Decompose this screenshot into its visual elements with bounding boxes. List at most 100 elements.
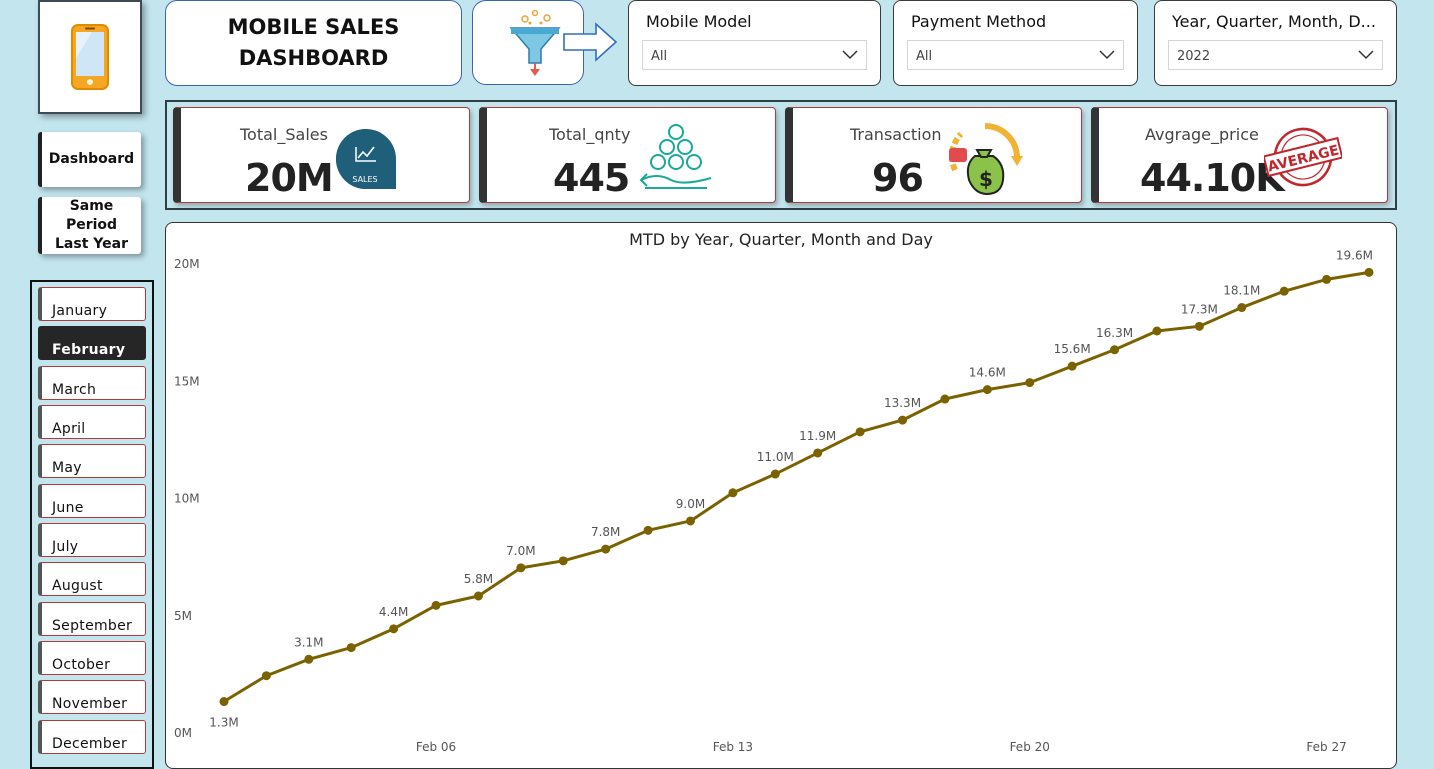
chart-plot-area: 0M 5M 10M 15M 20M Feb 06 Feb 13 Feb 20 Feb 27 1.3… [174, 248, 1374, 754]
y-tick-label: 0M [174, 726, 192, 740]
y-tick-label: 15M [174, 374, 200, 388]
mobile-model-dropdown[interactable]: All [642, 40, 867, 70]
chevron-down-icon [1358, 50, 1374, 60]
data-point [389, 624, 399, 634]
sales-icon-text: SALES [352, 175, 377, 184]
data-label: 7.8M [591, 525, 620, 539]
x-tick-label: Feb 13 [713, 740, 753, 754]
data-point [219, 697, 229, 707]
data-label: 19.6M [1336, 248, 1373, 262]
month-july-button[interactable]: July [38, 523, 146, 557]
sales-chart-icon: SALES [336, 129, 396, 189]
date-selected-value: 2022 [1177, 49, 1211, 64]
month-april-button[interactable]: April [38, 405, 146, 439]
payment-method-slicer: Payment Method All [893, 0, 1138, 86]
data-label: 15.6M [1054, 342, 1091, 356]
month-slicer-panel: January February March April May June Ju… [30, 280, 154, 769]
month-october-button[interactable]: October [38, 641, 146, 675]
kpi-card-average-price: Avgrage_price 44.10K AVERAGE [1091, 107, 1388, 203]
data-label: 17.3M [1181, 302, 1218, 316]
kpi-card-total-qnty: Total_qnty 445 [479, 107, 776, 203]
mtd-line-chart: MTD by Year, Quarter, Month and Day 0M 5M… [165, 222, 1397, 769]
data-label: 18.1M [1223, 284, 1260, 298]
data-point [1364, 267, 1374, 277]
date-slicer-title: Year, Quarter, Month, D... [1172, 12, 1376, 31]
kpi-label: Transaction [850, 125, 942, 144]
data-label: 14.6M [969, 366, 1006, 380]
data-point [1110, 345, 1120, 355]
data-point [516, 563, 526, 573]
data-point [1152, 326, 1162, 336]
kpi-card-total-sales: Total_Sales 20M SALES [173, 107, 470, 203]
dashboard-nav-button[interactable]: Dashboard [38, 132, 141, 187]
data-label: 11.9M [799, 429, 836, 443]
data-label: 9.0M [676, 497, 705, 511]
data-point [982, 385, 992, 395]
y-tick-label: 10M [174, 492, 200, 506]
series-line [223, 270, 1370, 703]
month-june-button[interactable]: June [38, 484, 146, 518]
dashboard-title: MOBILE SALES DASHBOARD [165, 0, 462, 86]
payment-method-dropdown[interactable]: All [907, 40, 1124, 70]
data-point [940, 394, 950, 404]
data-label: 3.1M [294, 635, 323, 649]
data-point [1025, 378, 1035, 388]
data-point [898, 415, 908, 425]
date-dropdown[interactable]: 2022 [1168, 40, 1383, 70]
month-january-button[interactable]: January [38, 287, 146, 321]
data-label: 7.0M [506, 544, 535, 558]
data-label: 4.4M [379, 605, 408, 619]
kpi-value: 445 [553, 156, 630, 200]
data-point [1322, 274, 1332, 284]
data-point [1194, 321, 1204, 331]
y-tick-label: 20M [174, 257, 200, 271]
kpi-label: Total_qnty [549, 125, 631, 144]
stacked-coins-icon [639, 124, 712, 189]
right-arrow-icon [563, 22, 618, 62]
data-point [685, 516, 695, 526]
data-label: 16.3M [1096, 326, 1133, 340]
data-point [813, 448, 823, 458]
average-stamp-icon: AVERAGE [1264, 127, 1342, 187]
data-point [1279, 286, 1289, 296]
payment-method-slicer-title: Payment Method [911, 12, 1047, 31]
data-label: 1.3M [209, 716, 238, 730]
kpi-value: 96 [872, 156, 924, 200]
month-february-button[interactable]: February [38, 326, 146, 360]
month-march-button[interactable]: March [38, 366, 146, 400]
money-bag-exchange-icon: $ [948, 123, 1023, 196]
app-logo [38, 0, 142, 114]
month-november-button[interactable]: November [38, 680, 146, 714]
x-tick-label: Feb 20 [1010, 740, 1050, 754]
kpi-value: 44.10K [1140, 156, 1285, 200]
kpi-card-transaction: Transaction 96 $ [785, 107, 1082, 203]
chevron-down-icon [842, 50, 858, 60]
kpi-value: 20M [245, 156, 334, 200]
kpi-label: Avgrage_price [1145, 125, 1259, 144]
month-august-button[interactable]: August [38, 562, 146, 596]
month-december-button[interactable]: December [38, 720, 146, 754]
mobile-model-slicer-title: Mobile Model [646, 12, 752, 31]
data-point [1237, 303, 1247, 313]
month-september-button[interactable]: September [38, 602, 146, 636]
data-point [558, 556, 568, 566]
data-point [643, 525, 653, 535]
data-point [431, 600, 441, 610]
date-hierarchy-slicer: Year, Quarter, Month, D... 2022 [1154, 0, 1397, 86]
mobile-phone-icon [45, 12, 135, 102]
mobile-model-selected-value: All [651, 49, 668, 64]
data-point [304, 654, 314, 664]
month-may-button[interactable]: May [38, 444, 146, 478]
data-point [728, 488, 738, 498]
data-label: 11.0M [757, 450, 794, 464]
data-label: 5.8M [464, 572, 493, 586]
data-point [770, 469, 780, 479]
data-point [1067, 361, 1077, 371]
x-tick-label: Feb 27 [1306, 740, 1346, 754]
same-period-last-year-button[interactable]: Same Period Last Year [38, 197, 141, 254]
data-point [855, 427, 865, 437]
y-tick-label: 5M [174, 609, 192, 623]
data-point [346, 643, 356, 653]
data-point [261, 671, 271, 681]
chevron-down-icon [1099, 50, 1115, 60]
